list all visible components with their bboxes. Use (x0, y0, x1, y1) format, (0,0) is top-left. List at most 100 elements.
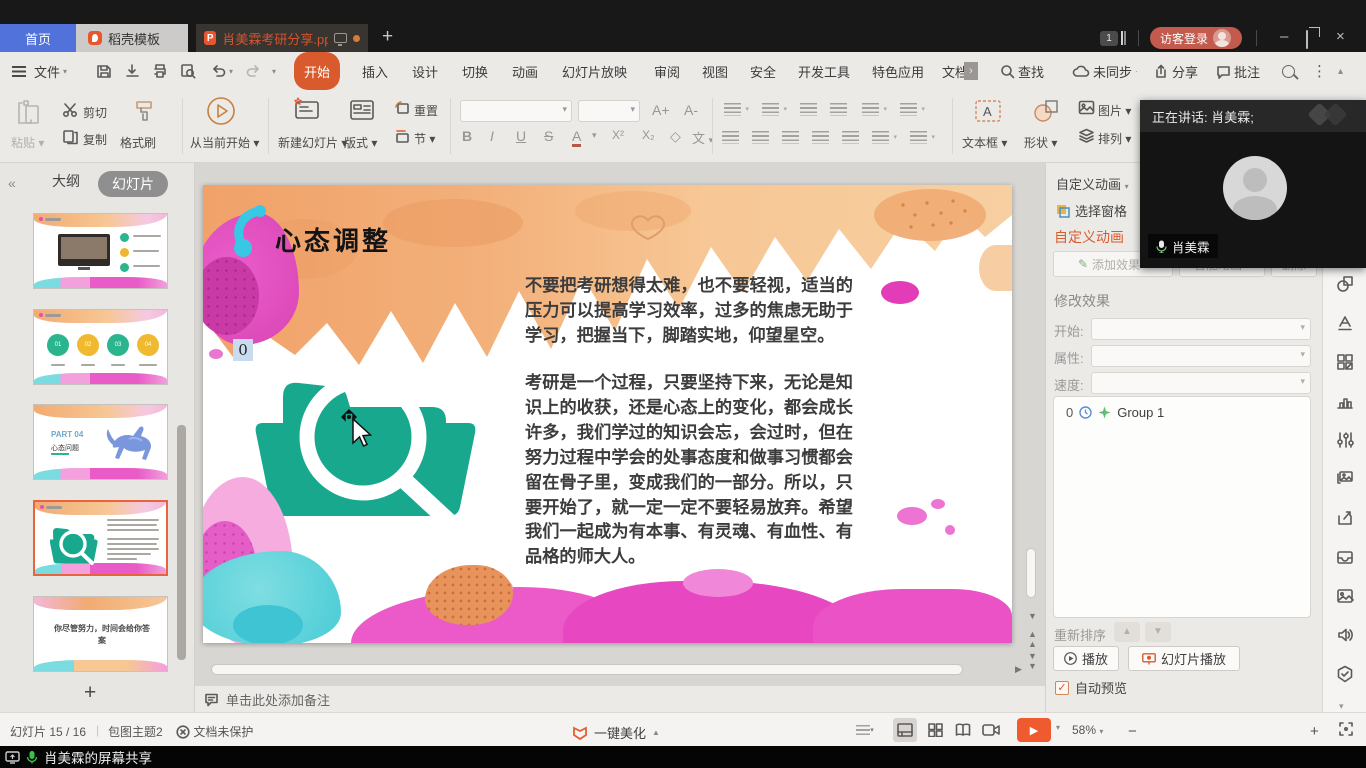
picture-label[interactable]: 图片 ▾ (1098, 102, 1131, 119)
tab-home[interactable]: 首页 (0, 24, 76, 52)
paragraph-more-button[interactable] (910, 131, 927, 144)
animation-list[interactable]: 0 Group 1 (1053, 396, 1311, 618)
distribute-button[interactable] (842, 131, 859, 144)
pinyin-guide-button[interactable]: 文 ▾ (692, 128, 713, 147)
notes-toggle-button[interactable]: ▾ (853, 718, 877, 742)
cut-label[interactable]: 剪切 (83, 104, 107, 121)
export-share-icon[interactable] (1336, 509, 1354, 527)
menu-tab-insert[interactable]: 插入 (352, 52, 398, 90)
copy-label[interactable]: 复制 (83, 131, 107, 148)
minimize-button[interactable]: – (1280, 28, 1288, 45)
font-size-select[interactable] (578, 100, 640, 122)
close-button[interactable]: × (1336, 28, 1345, 45)
redo-button[interactable] (246, 52, 262, 90)
align-right-button[interactable] (782, 131, 799, 144)
horizontal-scrollbar-thumb[interactable] (211, 664, 963, 675)
template-badge-icon[interactable] (1336, 665, 1354, 683)
arrange-button[interactable] (1078, 128, 1095, 148)
menu-tab-special-apps[interactable]: 特色应用 (862, 52, 934, 90)
comment-button[interactable]: 批注 (1216, 52, 1260, 90)
menu-tab-design[interactable]: 设计 (402, 52, 448, 90)
textbox-button[interactable]: A (974, 98, 1002, 129)
italic-button[interactable]: I (490, 128, 494, 144)
font-color-button[interactable]: A (572, 128, 581, 147)
thumbnail-scrollbar[interactable] (177, 425, 186, 660)
save-button[interactable] (96, 52, 112, 90)
slide-thumbnail-16[interactable]: 你尽管努力，时间会给你答案 (33, 596, 168, 672)
more-options-button[interactable]: ⋮ (1312, 52, 1327, 90)
copy-button[interactable] (62, 129, 78, 150)
clear-format-button[interactable]: ◇ (670, 128, 681, 145)
font-color-dropdown[interactable]: ▾ (592, 130, 597, 141)
format-painter-button[interactable] (131, 98, 157, 129)
record-button[interactable] (979, 718, 1003, 742)
add-slide-button[interactable]: + (84, 681, 96, 705)
meeting-video-window[interactable]: 正在讲话: 肖美霖; 肖美霖 (1140, 100, 1366, 268)
reorder-down-button[interactable]: ▼ (1145, 622, 1171, 642)
image-library-icon[interactable] (1336, 470, 1354, 488)
reorder-up-button[interactable]: ▲ (1114, 622, 1140, 642)
menu-tab-animation[interactable]: 动画 (502, 52, 548, 90)
slide-thumbnail-14[interactable]: PART 04 心态问题 (33, 404, 168, 480)
reset-label[interactable]: 重置 (414, 102, 438, 119)
adjust-settings-icon[interactable] (1336, 431, 1354, 449)
slideshow-dropdown[interactable]: ▾ (1056, 723, 1060, 732)
zoom-out-button[interactable]: − (1128, 723, 1137, 740)
format-painter-label[interactable]: 格式刷 (120, 134, 156, 151)
font-family-select[interactable] (460, 100, 572, 122)
reading-view-button[interactable] (951, 718, 975, 742)
zoom-level[interactable]: 58% ▾ (1072, 723, 1103, 737)
scroll-down-arrow[interactable]: ▼ (1028, 611, 1037, 621)
menu-tab-review[interactable]: 审阅 (644, 52, 690, 90)
slide-title-textbox[interactable]: 心态调整 (275, 221, 391, 258)
underline-button[interactable]: U (516, 128, 526, 144)
tab-docer-templates[interactable]: 稻壳模板 (76, 24, 188, 52)
task-list-icon[interactable] (1121, 31, 1126, 45)
bullets-button[interactable] (724, 103, 741, 116)
new-slide-label[interactable]: 新建幻灯片 ▾ (278, 134, 347, 151)
start-select[interactable] (1091, 318, 1311, 340)
vertical-scrollbar-thumb[interactable] (1026, 548, 1036, 598)
chart-tool-icon[interactable] (1336, 392, 1354, 410)
columns-button[interactable] (872, 131, 889, 144)
text-direction-button[interactable] (862, 103, 879, 116)
normal-view-button[interactable] (893, 718, 917, 742)
shapes-button[interactable] (1032, 98, 1060, 129)
collapse-ribbon-button[interactable]: ▴ (1338, 52, 1343, 90)
justify-button[interactable] (812, 131, 829, 144)
picture-button[interactable] (1078, 100, 1095, 120)
auto-preview-checkbox[interactable]: ✓ 自动预览 (1055, 678, 1127, 697)
menu-tab-security[interactable]: 安全 (740, 52, 786, 90)
textbox-label[interactable]: 文本框 ▾ (962, 134, 1007, 151)
protection-status[interactable]: 文档未保护 (176, 723, 253, 740)
tab-slides[interactable]: 幻灯片 (98, 171, 168, 197)
pane-switcher[interactable]: 自定义动画 ▾ (1056, 174, 1129, 193)
menu-tab-slideshow[interactable]: 幻灯片放映 (552, 52, 637, 90)
sync-status-button[interactable]: 未同步· (1072, 52, 1138, 90)
slide-thumbnail-12[interactable] (33, 213, 168, 289)
superscript-button[interactable]: X² (612, 128, 624, 142)
subscript-button[interactable]: X₂ (642, 128, 655, 142)
section-label[interactable]: 节 ▾ (414, 130, 435, 147)
next-slide-button[interactable]: ▼▼ (1028, 651, 1037, 671)
menu-tab-transition[interactable]: 切换 (452, 52, 498, 90)
strip-collapse-chevron[interactable]: ▾ (1339, 701, 1344, 712)
new-tab-button[interactable]: + (382, 26, 393, 48)
bold-button[interactable]: B (462, 128, 472, 144)
animation-list-item[interactable]: 0 Group 1 (1066, 405, 1164, 420)
print-preview-button[interactable] (180, 52, 196, 90)
collapse-sidebar-button[interactable]: « (8, 175, 16, 191)
slideshow-start-button[interactable]: ▶ (1017, 718, 1051, 742)
theme-name[interactable]: 包图主题2 (108, 723, 163, 740)
slide-thumbnail-13[interactable]: 01 02 03 04 (33, 309, 168, 385)
menu-more-chevron[interactable]: › (964, 52, 978, 90)
notes-bar[interactable]: 单击此处添加备注 (195, 686, 1045, 712)
layout-label[interactable]: 版式 ▾ (344, 134, 377, 151)
undo-button[interactable]: ▾ (210, 52, 233, 90)
print-button[interactable] (152, 52, 168, 90)
previous-slide-button[interactable]: ▲▲ (1028, 629, 1037, 649)
reset-button[interactable] (394, 100, 410, 121)
align-left-button[interactable] (722, 131, 739, 144)
play-from-current-button[interactable] (206, 96, 236, 131)
fit-slide-button[interactable] (1338, 721, 1354, 740)
